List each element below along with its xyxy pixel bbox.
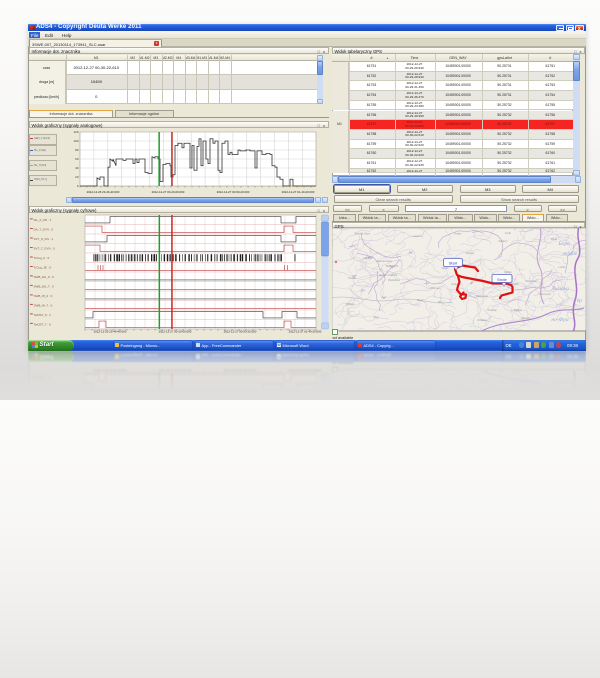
svg-text:Боре: Боре [557, 241, 570, 247]
svg-text:Start: Start [448, 436, 457, 441]
svg-text:SIL_0_KN : 1: SIL_0_KN : 1 [33, 480, 51, 484]
svg-text:SIL_0_KN : 1: SIL_0_KN : 1 [33, 217, 51, 221]
svg-text:но-Фра: но-Фра [551, 379, 568, 385]
svg-text:Rzeszów: Rzeszów [525, 279, 536, 283]
svg-text:2012-12-27 00-20-00.000: 2012-12-27 00-20-00.000 [151, 508, 184, 512]
svg-text:selskie: selskie [562, 251, 577, 257]
svg-text:Olomouc: Olomouc [429, 286, 440, 290]
svg-text:80: 80 [75, 148, 79, 152]
svg-text:2012-12-27 01-40-20.000: 2012-12-27 01-40-20.000 [281, 190, 314, 194]
svg-text:но-Фра: но-Фра [551, 317, 568, 323]
svg-text:80: 80 [75, 550, 79, 554]
svg-text:Zakopane: Zakopane [476, 294, 488, 298]
svg-text:TrCug_0 : 0: TrCug_0 : 0 [33, 255, 49, 259]
svg-text:SWB_DA_0 : 0: SWB_DA_0 : 0 [33, 274, 54, 278]
svg-text:Zielona Góra: Zielona Góra [354, 232, 370, 236]
svg-text:2012-12-27 01-40-20.000: 2012-12-27 01-40-20.000 [288, 369, 321, 373]
svg-text:Poprad: Poprad [487, 308, 496, 312]
svg-text:Hradec Králové: Hradec Králové [378, 273, 397, 277]
svg-text:Lublin: Lublin [558, 265, 566, 269]
svg-text:Jelenia Góra: Jelenia Góra [376, 259, 392, 263]
svg-text:Wien: Wien [372, 315, 379, 319]
svg-text:Jihlava: Jihlava [345, 302, 354, 306]
svg-text:Львівка: Львівка [550, 286, 569, 292]
svg-text:Львівка: Львівка [550, 410, 569, 416]
svg-text:SWB_W_7 : 0: SWB_W_7 : 0 [33, 395, 52, 399]
svg-text:Pardubice: Pardubice [387, 278, 400, 282]
svg-text:Kalisz: Kalisz [454, 232, 462, 236]
svg-text:Košice: Košice [513, 308, 522, 312]
svg-text:TwDST_0 : 1: TwDST_0 : 1 [33, 385, 51, 389]
svg-text:TrCug_JE : 0: TrCug_JE : 0 [33, 265, 51, 269]
svg-text:selskie: selskie [562, 445, 577, 451]
svg-text:40: 40 [75, 166, 79, 170]
svg-text:Miskolc: Miskolc [521, 316, 531, 320]
svg-text:TwDST_7 : 0: TwDST_7 : 0 [33, 322, 51, 326]
svg-text:Łódź: Łódź [505, 231, 511, 235]
svg-text:SWB_DA_7 : 0: SWB_DA_7 : 0 [33, 284, 54, 288]
svg-text:2012-12-27 00-53-20.000: 2012-12-27 00-53-20.000 [216, 190, 249, 194]
svg-text:SWB_DA_0 : 0: SWB_DA_0 : 0 [33, 423, 54, 427]
svg-text:Ende: Ende [497, 277, 507, 282]
svg-text:DA_7_SYN : 0: DA_7_SYN : 0 [33, 471, 53, 475]
svg-text:Liberec: Liberec [363, 256, 372, 260]
svg-text:2012-12-27 00-53-20.000: 2012-12-27 00-53-20.000 [223, 329, 256, 333]
svg-text:DA_7_SYN : 0: DA_7_SYN : 0 [33, 227, 53, 231]
svg-text:100: 100 [73, 559, 78, 563]
svg-text:SVT_7_SYN : 0: SVT_7_SYN : 0 [33, 452, 55, 456]
svg-text:2012-12-27 00-20-00.000: 2012-12-27 00-20-00.000 [158, 329, 191, 333]
svg-text:2012-12-27 01-40-20.000: 2012-12-27 01-40-20.000 [281, 508, 314, 512]
svg-text:Ende: Ende [497, 420, 507, 425]
svg-text:SVT_7_SYN : 0: SVT_7_SYN : 0 [33, 246, 55, 250]
svg-text:2012-12-27 01-40-20.000: 2012-12-27 01-40-20.000 [288, 329, 321, 333]
svg-text:Radom: Radom [498, 239, 507, 243]
svg-text:2012-12-27 00-20-00.000: 2012-12-27 00-20-00.000 [151, 190, 184, 194]
svg-text:Praha: Praha [348, 276, 356, 280]
svg-text:2012-12-26 23-46-40.000: 2012-12-26 23-46-40.000 [86, 190, 119, 194]
svg-text:Wałbrzych: Wałbrzych [385, 264, 398, 268]
svg-text:2012-12-26 23-46-40.000: 2012-12-26 23-46-40.000 [93, 329, 126, 333]
svg-text:SVT_S_KN : 1: SVT_S_KN : 1 [33, 461, 53, 465]
svg-text:SWB_W_0 : 0: SWB_W_0 : 0 [33, 404, 52, 408]
svg-text:Brno: Brno [417, 298, 423, 302]
svg-text:Start: Start [448, 261, 457, 266]
svg-text:Biała: Biała [551, 237, 557, 241]
svg-text:20: 20 [75, 175, 79, 179]
svg-text:SWB_DA_7 : 0: SWB_DA_7 : 0 [33, 414, 54, 418]
svg-text:SWB_W_7 : 0: SWB_W_7 : 0 [33, 303, 52, 307]
svg-text:TwDST_7 : 0: TwDST_7 : 0 [33, 376, 51, 380]
svg-text:Przemyśl: Przemyśl [539, 292, 550, 296]
svg-text:Тер: Тер [573, 298, 581, 304]
svg-text:100: 100 [73, 139, 78, 143]
svg-text:Боре: Боре [557, 455, 570, 461]
svg-text:SVT_S_KN : 1: SVT_S_KN : 1 [33, 236, 53, 240]
svg-text:2012-12-27 00-53-20.000: 2012-12-27 00-53-20.000 [216, 508, 249, 512]
svg-text:2012-12-27 00-20-00.000: 2012-12-27 00-20-00.000 [158, 369, 191, 373]
svg-text:Zlín: Zlín [437, 300, 442, 304]
svg-text:60: 60 [75, 541, 79, 545]
svg-text:120: 120 [73, 130, 78, 134]
svg-text:Тер: Тер [573, 398, 581, 404]
svg-text:TwDST_0 : 1: TwDST_0 : 1 [33, 312, 51, 316]
svg-text:20: 20 [75, 523, 79, 527]
svg-text:TrCug_0 : 0: TrCug_0 : 0 [33, 442, 49, 446]
svg-text:2012-12-26 23-46-40.000: 2012-12-26 23-46-40.000 [86, 508, 119, 512]
svg-text:Wieluń: Wieluń [465, 251, 474, 255]
svg-text:60: 60 [75, 157, 79, 161]
svg-text:SWB_W_0 : 0: SWB_W_0 : 0 [33, 293, 52, 297]
svg-text:40: 40 [75, 532, 79, 536]
svg-text:2012-12-27 00-53-20.000: 2012-12-27 00-53-20.000 [223, 369, 256, 373]
svg-text:TrCug_JE : 0: TrCug_JE : 0 [33, 433, 51, 437]
svg-text:Kraków: Kraków [477, 318, 486, 322]
svg-text:Kielce: Kielce [504, 270, 512, 274]
svg-text:120: 120 [73, 568, 78, 572]
svg-text:2012-12-26 23-46-40.000: 2012-12-26 23-46-40.000 [93, 369, 126, 373]
svg-text:Leszno: Leszno [413, 234, 422, 238]
